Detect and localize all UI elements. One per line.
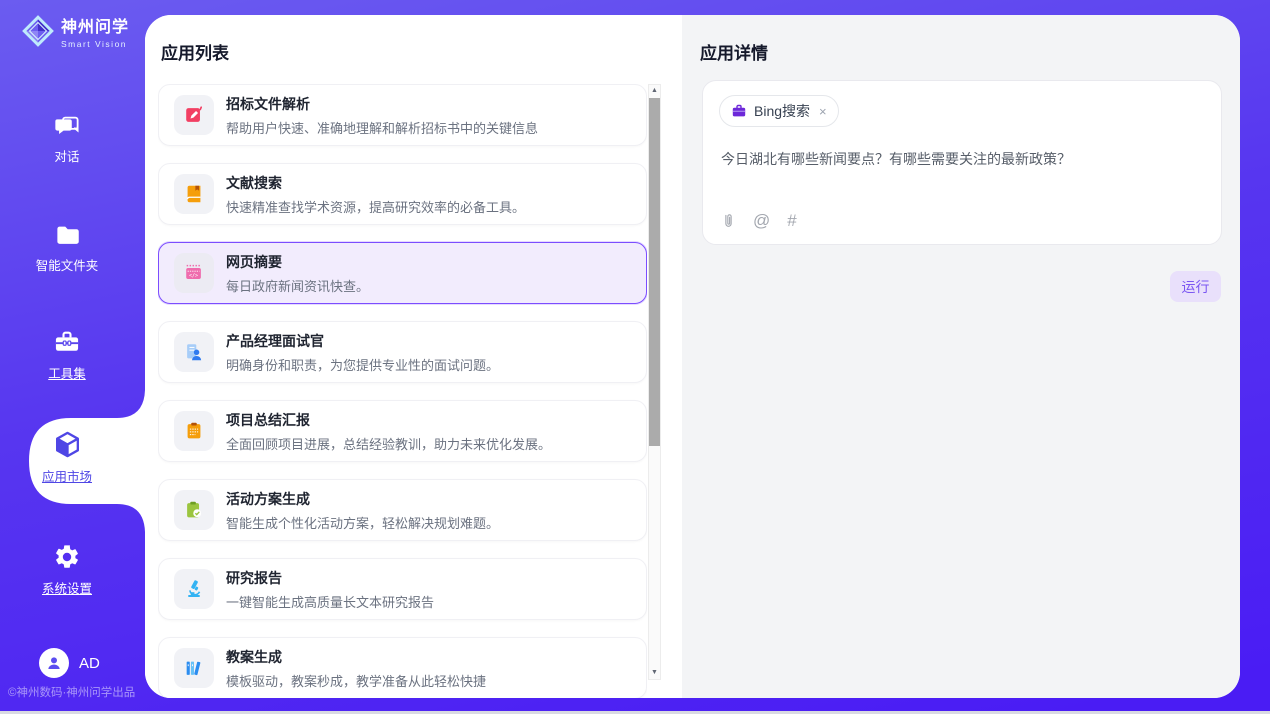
tool-tag-close-icon[interactable]: ×	[819, 104, 827, 119]
app-desc: 模板驱动，教案秒成，教学准备从此轻松快捷	[226, 671, 486, 690]
brand-subtitle: Smart Vision	[61, 39, 129, 49]
sidebar-item-label: 对话	[54, 146, 79, 165]
at-icon[interactable]: @	[753, 212, 770, 230]
prompt-card[interactable]: Bing搜索 × 今日湖北有哪些新闻要点？有哪些需要关注的最新政策？ @ #	[702, 80, 1222, 245]
app-title: 网页摘要	[226, 252, 369, 272]
app-desc: 一键智能生成高质量长文本研究报告	[226, 592, 434, 611]
user-account[interactable]: AD	[39, 648, 100, 678]
sidebar-item-app-market[interactable]: 应用市场	[0, 429, 134, 485]
scrollbar-up-arrow[interactable]: ▲	[649, 85, 660, 97]
sidebar: 神州问学 Smart Vision 对话 智能文件夹	[0, 0, 145, 714]
document-pen-icon	[174, 95, 214, 135]
chat-icon	[54, 112, 81, 139]
microscope-icon	[174, 569, 214, 609]
app-list-panel: 应用列表 招标文件解析 帮助用户快速、准确地理解和解析招标书中的关键信息	[145, 15, 682, 698]
app-list-title: 应用列表	[161, 39, 229, 64]
input-toolbar: @ #	[721, 212, 797, 230]
sidebar-item-label: 应用市场	[42, 466, 92, 485]
sidebar-item-label: 系统设置	[42, 578, 92, 597]
app-card-event-plan[interactable]: 活动方案生成 智能生成个性化活动方案，轻松解决规划难题。	[158, 479, 647, 541]
app-title: 项目总结汇报	[226, 410, 551, 430]
avatar	[39, 648, 69, 678]
sidebar-item-smart-folder[interactable]: 智能文件夹	[0, 221, 134, 274]
app-card-web-summary[interactable]: </> 网页摘要 每日政府新闻资讯快查。	[158, 242, 647, 304]
cube-icon	[52, 429, 83, 460]
app-card-project-summary[interactable]: 项目总结汇报 全面回顾项目进展，总结经验教训，助力未来优化发展。	[158, 400, 647, 462]
run-button[interactable]: 运行	[1170, 271, 1221, 302]
app-desc: 帮助用户快速、准确地理解和解析招标书中的关键信息	[226, 118, 538, 137]
app-title: 活动方案生成	[226, 489, 499, 509]
copyright-text: ©神州数码·神州问学出品	[8, 684, 135, 700]
scrollbar-thumb[interactable]	[649, 98, 660, 446]
person-icon	[45, 654, 63, 672]
query-text[interactable]: 今日湖北有哪些新闻要点？有哪些需要关注的最新政策？	[721, 149, 1201, 169]
app-title: 文献搜索	[226, 173, 525, 193]
app-desc: 快速精准查找学术资源，提高研究效率的必备工具。	[226, 197, 525, 216]
plan-check-icon	[174, 490, 214, 530]
sidebar-item-settings[interactable]: 系统设置	[0, 543, 134, 597]
folder-icon	[54, 221, 81, 248]
app-title: 研究报告	[226, 568, 434, 588]
app-card-research-report[interactable]: 研究报告 一键智能生成高质量长文本研究报告	[158, 558, 647, 620]
app-desc: 全面回顾项目进展，总结经验教训，助力未来优化发展。	[226, 434, 551, 453]
sidebar-item-label: 工具集	[48, 363, 86, 382]
app-desc: 智能生成个性化活动方案，轻松解决规划难题。	[226, 513, 499, 532]
app-detail-title: 应用详情	[700, 39, 768, 64]
toolbox-icon	[53, 328, 81, 356]
app-card-list: 招标文件解析 帮助用户快速、准确地理解和解析招标书中的关键信息 文献搜索	[158, 84, 647, 698]
app-detail-panel: 应用详情 Bing搜索 × 今日湖北有哪些新闻要点？有哪些需要关注的最新政策？	[682, 15, 1240, 698]
briefcase-icon	[731, 103, 747, 119]
interviewer-icon	[174, 332, 214, 372]
app-desc: 明确身份和职责，为您提供专业性的面试问题。	[226, 355, 499, 374]
app-card-bid-parse[interactable]: 招标文件解析 帮助用户快速、准确地理解和解析招标书中的关键信息	[158, 84, 647, 146]
tool-tag-bing-search[interactable]: Bing搜索 ×	[719, 95, 839, 127]
clipboard-icon	[174, 411, 214, 451]
brand-logo: 神州问学 Smart Vision	[20, 13, 129, 49]
sidebar-item-chat[interactable]: 对话	[0, 112, 134, 165]
app-title: 产品经理面试官	[226, 331, 499, 351]
app-title: 招标文件解析	[226, 94, 538, 114]
sidebar-item-toolset[interactable]: 工具集	[0, 328, 134, 382]
content-panel: 应用列表 招标文件解析 帮助用户快速、准确地理解和解析招标书中的关键信息	[145, 15, 1240, 698]
diamond-logo-icon	[20, 13, 56, 49]
sidebar-item-label: 智能文件夹	[36, 255, 99, 274]
gear-icon	[53, 543, 81, 571]
browser-code-icon: </>	[174, 253, 214, 293]
paperclip-icon[interactable]	[721, 212, 736, 230]
tool-tag-label: Bing搜索	[754, 101, 810, 121]
book-icon	[174, 174, 214, 214]
list-scrollbar[interactable]: ▲ ▼	[648, 84, 661, 680]
app-title: 教案生成	[226, 647, 486, 667]
app-window: 神州问学 Smart Vision 对话 智能文件夹	[0, 0, 1270, 714]
app-desc: 每日政府新闻资讯快查。	[226, 276, 369, 295]
books-icon	[174, 648, 214, 688]
app-card-pm-interviewer[interactable]: 产品经理面试官 明确身份和职责，为您提供专业性的面试问题。	[158, 321, 647, 383]
app-card-literature-search[interactable]: 文献搜索 快速精准查找学术资源，提高研究效率的必备工具。	[158, 163, 647, 225]
user-initials: AD	[79, 655, 100, 672]
app-card-lesson-plan[interactable]: 教案生成 模板驱动，教案秒成，教学准备从此轻松快捷	[158, 637, 647, 698]
scrollbar-down-arrow[interactable]: ▼	[649, 667, 660, 679]
svg-text:</>: </>	[189, 273, 198, 279]
hash-icon[interactable]: #	[787, 212, 796, 230]
brand-name: 神州问学	[61, 13, 129, 37]
